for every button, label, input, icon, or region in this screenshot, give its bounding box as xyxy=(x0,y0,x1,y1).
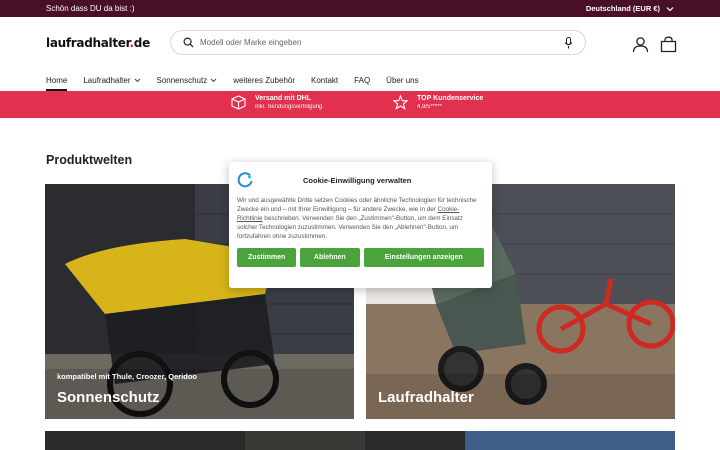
nav-label: Laufradhalter xyxy=(83,75,131,85)
main-navigation: Home Laufradhalter Sonnenschutz weiteres… xyxy=(46,69,419,91)
chevron-down-icon xyxy=(210,78,217,82)
nav-item-kontakt[interactable]: Kontakt xyxy=(311,69,338,91)
promo-service-sub: 4,9/5***** xyxy=(417,104,443,110)
cookie-text-2: beschrieben. Verwenden Sie den „Zustimme… xyxy=(237,215,463,240)
promo-shipping-sub: inkl. Sendungsverfolgung xyxy=(255,104,323,110)
nav-item-laufradhalter[interactable]: Laufradhalter xyxy=(83,69,140,91)
chevron-down-icon xyxy=(666,6,674,11)
nav-item-home[interactable]: Home xyxy=(46,69,68,91)
nav-label: Home xyxy=(46,75,68,85)
promo-shipping-title: Versand mit DHL xyxy=(255,95,312,102)
nav-item-zubehoer[interactable]: weiteres Zubehör xyxy=(233,69,295,91)
promo-bar: Versand mit DHL inkl. Sendungsverfolgung… xyxy=(0,91,720,118)
section-title: Produktwelten xyxy=(46,153,133,167)
cookie-title: Cookie-Einwilligung verwalten xyxy=(303,175,412,185)
announcement-bar: Schön dass DU da bist :) Deutschland (EU… xyxy=(0,0,720,17)
nav-item-ueber-uns[interactable]: Über uns xyxy=(386,69,418,91)
promo-service: TOP Kundenservice 4,9/5***** xyxy=(393,95,483,110)
cookie-text: Wir und ausgewählte Dritte setzen Cookie… xyxy=(237,196,484,241)
tile-title: Sonnenschutz xyxy=(57,389,160,406)
cart-icon[interactable] xyxy=(659,35,677,53)
category-tile-partial[interactable] xyxy=(45,431,675,450)
nav-label: Kontakt xyxy=(311,75,339,85)
accept-button[interactable]: Zustimmen xyxy=(237,248,297,267)
nav-label: Über uns xyxy=(386,75,419,85)
nav-label: FAQ xyxy=(354,75,371,85)
logo-main: laufradhalter xyxy=(46,36,130,50)
search-bar[interactable] xyxy=(170,30,586,55)
settings-button[interactable]: Einstellungen anzeigen xyxy=(363,248,484,267)
promo-service-title: TOP Kundenservice xyxy=(417,95,484,102)
nav-item-sonnenschutz[interactable]: Sonnenschutz xyxy=(157,69,218,91)
search-icon xyxy=(183,37,194,48)
nav-label: weiteres Zubehör xyxy=(233,75,296,85)
greeting-text: Schön dass DU da bist :) xyxy=(46,4,135,13)
account-icon[interactable] xyxy=(631,35,649,53)
logo-tld: de xyxy=(133,36,150,50)
reject-button[interactable]: Ablehnen xyxy=(300,248,360,267)
site-header: laufradhalter.de xyxy=(0,17,720,69)
region-label: Deutschland (EUR €) xyxy=(585,4,660,13)
package-icon xyxy=(231,95,246,110)
tile-title: Laufradhalter xyxy=(378,389,474,406)
nav-label: Sonnenschutz xyxy=(156,75,208,85)
site-logo[interactable]: laufradhalter.de xyxy=(46,36,150,50)
search-input[interactable] xyxy=(200,38,564,47)
cookie-brand-icon xyxy=(237,172,253,188)
microphone-icon[interactable] xyxy=(564,36,573,49)
partial-photo xyxy=(45,431,675,450)
star-icon xyxy=(393,95,408,110)
nav-item-faq[interactable]: FAQ xyxy=(354,69,370,91)
tile-subtitle: kompatibel mit Thule, Croozer, Qeridoo xyxy=(57,372,198,381)
cookie-consent-dialog: Cookie-Einwilligung verwalten Wir und au… xyxy=(229,162,492,288)
promo-shipping: Versand mit DHL inkl. Sendungsverfolgung xyxy=(231,95,322,110)
chevron-down-icon xyxy=(134,78,140,82)
region-selector[interactable]: Deutschland (EUR €) xyxy=(586,4,674,13)
